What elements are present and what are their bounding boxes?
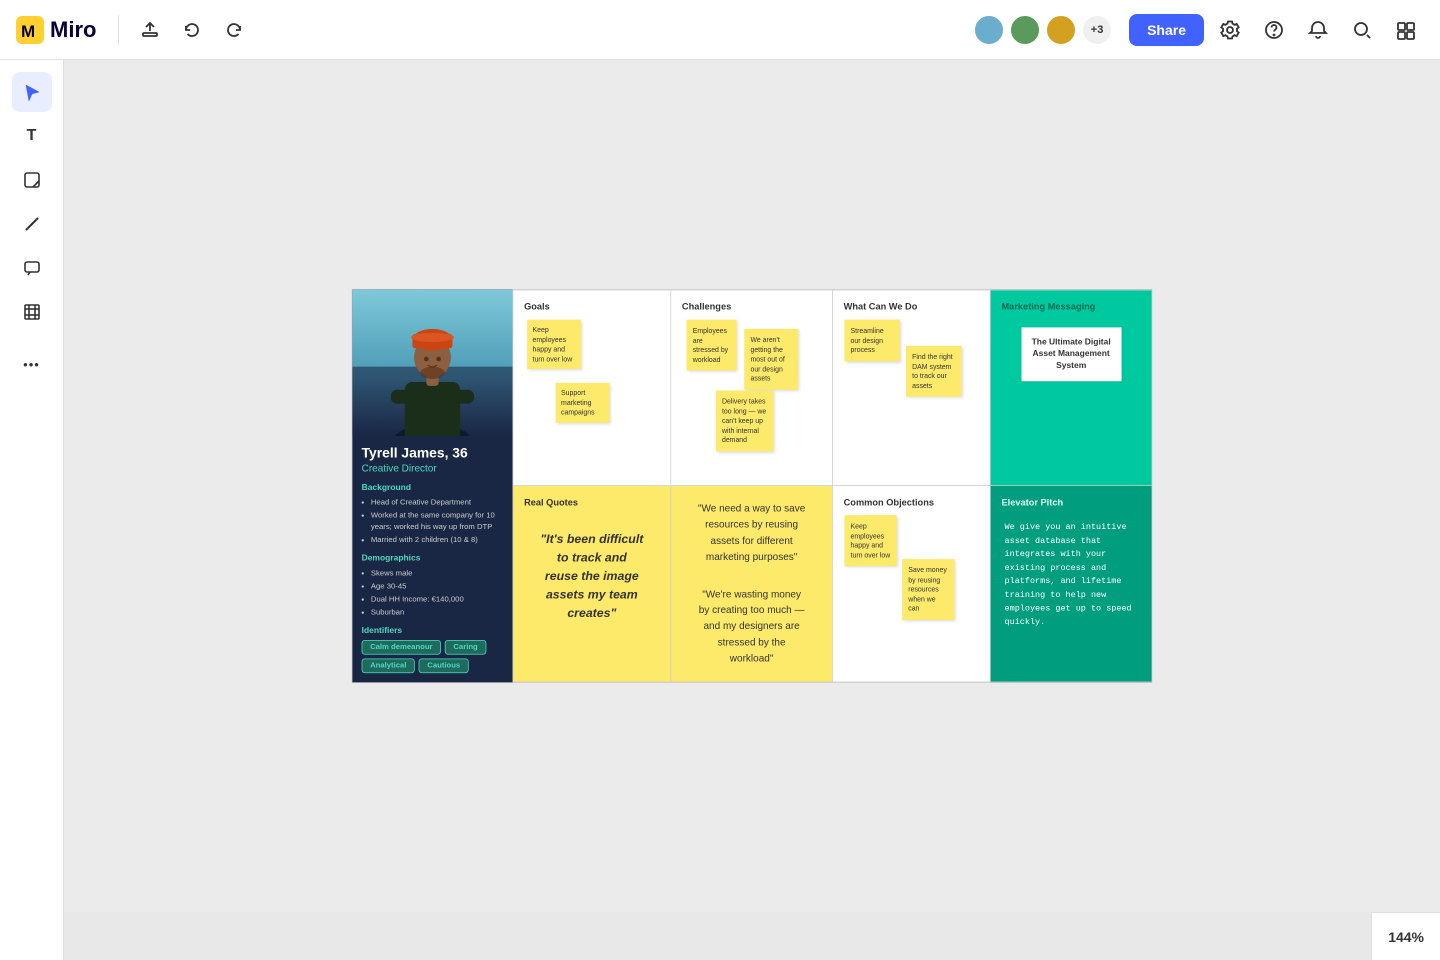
line-tool[interactable] xyxy=(12,204,52,244)
demo-item-3: Dual HH Income: €140,000 xyxy=(371,593,503,605)
demographics-text: Skews male Age 30-45 Dual HH Income: €14… xyxy=(362,567,504,618)
quotes2-cell: "We need a way to save resources by reus… xyxy=(670,486,832,682)
board: Tyrell James, 36 Creative Director Backg… xyxy=(352,289,1153,683)
identifiers-section: Identifiers Calm demeanour Caring Analyt… xyxy=(362,626,504,673)
zoom-level: 144% xyxy=(1371,912,1440,960)
real-quotes-cell: Real Quotes "It's been difficult to trac… xyxy=(513,486,671,682)
marketing-column: Marketing Messaging The Ultimate Digital… xyxy=(990,290,1152,683)
sticky-delivery: Delivery takes too long — we can't keep … xyxy=(716,391,774,452)
undo-button[interactable] xyxy=(175,15,209,45)
persona-title: Creative Director xyxy=(362,462,504,474)
marketing-messaging-title: Marketing Messaging xyxy=(1001,301,1140,312)
common-objections-title: Common Objections xyxy=(844,497,980,508)
elevator-pitch-title: Elevator Pitch xyxy=(1001,497,1140,508)
goals-title: Goals xyxy=(524,301,660,312)
left-sidebar: T ••• xyxy=(0,60,64,960)
toolbar-divider-1 xyxy=(118,15,119,45)
bg-item-3: Married with 2 children (10 & 8) xyxy=(371,534,503,546)
sticky-find-dam: Find the right DAM system to track our a… xyxy=(906,346,961,397)
persona-card: Tyrell James, 36 Creative Director Backg… xyxy=(352,290,512,683)
collaborators-group: +3 xyxy=(973,14,1113,46)
sticky-save-money: Save money by reusing resources when we … xyxy=(902,559,954,620)
demo-item-2: Age 30-45 xyxy=(371,580,503,592)
avatar-1 xyxy=(973,14,1005,46)
quote2-text-2: "We're wasting money by creating too muc… xyxy=(682,579,821,674)
redo-button[interactable] xyxy=(217,15,251,45)
comment-tool[interactable] xyxy=(12,248,52,288)
marketing-messaging-cell: Marketing Messaging The Ultimate Digital… xyxy=(990,290,1152,486)
tag-cautious: Cautious xyxy=(419,658,469,673)
sticky-keep-happy: Keep employees happy and turn over low xyxy=(844,515,896,566)
top-toolbar: M Miro +3 Share xyxy=(0,0,1440,60)
demographics-title: Demographics xyxy=(362,553,504,562)
search-button[interactable] xyxy=(1344,14,1380,46)
goals-cell: Goals Keep employees happy and turn over… xyxy=(513,290,671,486)
challenges-cell: Challenges Employees are stressed by wor… xyxy=(670,290,832,486)
more-tools[interactable]: ••• xyxy=(12,344,52,384)
miro-logo-icon: M xyxy=(16,16,44,44)
what-can-we-do-column: What Can We Do Streamline our design pro… xyxy=(832,290,990,683)
background-text: Head of Creative Department Worked at th… xyxy=(362,496,504,545)
what-can-we-do-cell: What Can We Do Streamline our design pro… xyxy=(832,290,990,486)
challenges-column: Challenges Employees are stressed by wor… xyxy=(670,290,832,683)
demo-item-4: Suburban xyxy=(371,607,503,619)
messaging-card: The Ultimate Digital Asset Management Sy… xyxy=(1021,327,1121,381)
settings-button[interactable] xyxy=(1212,14,1248,46)
sticky-not-enough: We aren't getting the most out of our de… xyxy=(744,329,798,390)
avatar-3 xyxy=(1045,14,1077,46)
bg-item-1: Head of Creative Department xyxy=(371,496,503,508)
background-title: Background xyxy=(362,483,504,492)
zoom-text: 144% xyxy=(1388,929,1424,945)
upload-button[interactable] xyxy=(133,15,167,45)
demo-item-1: Skews male xyxy=(371,567,503,579)
sticky-support-marketing: Support marketing campaigns xyxy=(556,383,610,423)
help-button[interactable] xyxy=(1256,14,1292,46)
sticky-stressed: Employees are stressed by workload xyxy=(687,320,737,371)
real-quotes-title: Real Quotes xyxy=(524,497,660,508)
real-quote-text: "It's been difficult to track and reuse … xyxy=(524,515,660,638)
app-name: Miro xyxy=(50,17,96,43)
identifier-tags: Calm demeanour Caring Analytical Cautiou… xyxy=(362,640,504,673)
frame-tool[interactable] xyxy=(12,292,52,332)
quote2-text-1: "We need a way to save resources by reus… xyxy=(682,493,821,572)
sticky-streamline: Streamline our design process xyxy=(844,320,899,361)
goals-column: Goals Keep employees happy and turn over… xyxy=(513,290,671,683)
persona-photo xyxy=(352,290,512,436)
avatar-2 xyxy=(1009,14,1041,46)
person-illustration xyxy=(352,290,512,436)
challenges-title: Challenges xyxy=(682,301,821,312)
share-button[interactable]: Share xyxy=(1129,14,1204,46)
sticky-keep-employees: Keep employees happy and turn over low xyxy=(527,320,581,370)
elevator-pitch-cell: Elevator Pitch We give you an intuitive … xyxy=(990,486,1152,682)
what-can-we-do-title: What Can We Do xyxy=(844,301,980,312)
board-menu-button[interactable] xyxy=(1388,14,1424,46)
sticky-note-tool[interactable] xyxy=(12,160,52,200)
tag-calm: Calm demeanour xyxy=(362,640,441,655)
text-tool[interactable]: T xyxy=(12,116,52,156)
tag-caring: Caring xyxy=(445,640,486,655)
avatar-overflow-count: +3 xyxy=(1081,14,1113,46)
canvas[interactable]: Tyrell James, 36 Creative Director Backg… xyxy=(64,60,1440,912)
bg-item-2: Worked at the same company for 10 years;… xyxy=(371,510,503,533)
persona-name: Tyrell James, 36 xyxy=(362,445,504,462)
persona-info: Tyrell James, 36 Creative Director Backg… xyxy=(352,436,512,682)
select-tool[interactable] xyxy=(12,72,52,112)
logo: M Miro xyxy=(16,16,96,44)
common-objections-cell: Common Objections Keep employees happy a… xyxy=(832,486,990,682)
tag-analytical: Analytical xyxy=(362,658,415,673)
identifiers-title: Identifiers xyxy=(362,626,504,635)
elevator-pitch-text: We give you an intuitive asset database … xyxy=(1001,515,1140,636)
notifications-button[interactable] xyxy=(1300,14,1336,46)
svg-text:M: M xyxy=(21,22,35,41)
